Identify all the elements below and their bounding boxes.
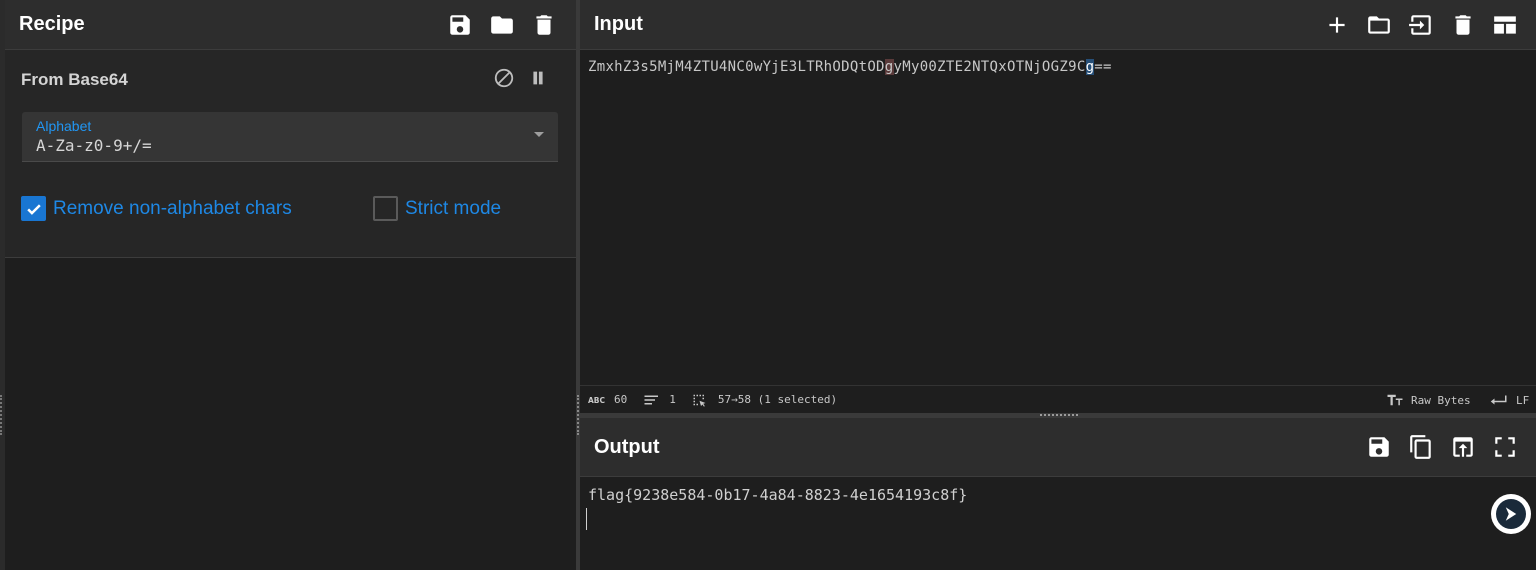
return-arrow-icon: [1490, 395, 1507, 405]
checkbox-checked-icon[interactable]: [21, 196, 46, 221]
pause-icon: [533, 71, 543, 85]
output-toolbar: [1358, 418, 1526, 476]
save-icon: [450, 14, 470, 35]
disable-icon: [494, 68, 514, 88]
encoding-selector[interactable]: Raw Bytes: [1386, 386, 1471, 414]
recipe-header: Recipe: [5, 0, 576, 50]
encoding-value: Raw Bytes: [1411, 393, 1471, 407]
strict-mode-checkbox[interactable]: Strict mode: [373, 196, 501, 221]
load-recipe-button[interactable]: [481, 5, 523, 45]
folder-icon: [491, 15, 513, 34]
replace-input-button[interactable]: [1442, 427, 1484, 467]
char-count: ABC 60: [588, 392, 627, 408]
recipe-title: Recipe: [19, 13, 85, 35]
selection-icon: [693, 394, 706, 407]
alphabet-value: A-Za-z0-9+/=: [36, 136, 152, 155]
assistant-button[interactable]: [1491, 494, 1531, 534]
plus-icon: [1329, 16, 1345, 33]
save-recipe-button[interactable]: [439, 5, 481, 45]
output-title: Output: [594, 435, 660, 458]
text-cursor: [586, 508, 587, 530]
from-base64-operation: From Base64 Alphabet A-Za-z0-9+/= Remove…: [5, 50, 576, 258]
output-header: Output: [580, 418, 1536, 477]
remove-non-alphabet-label: Remove non-alphabet chars: [53, 197, 292, 219]
input-text-part: ZmxhZ3s5MjM4ZTU4NC0wYjE3LTRhODQtOD: [588, 59, 885, 75]
recipe-panel: Recipe From Base64 Alphabet A-Za-z0-9+/=: [0, 0, 576, 570]
add-input-tab-button[interactable]: [1316, 5, 1358, 45]
clear-recipe-button[interactable]: [523, 5, 565, 45]
line-count: 1: [643, 392, 676, 408]
left-resize-handle[interactable]: [0, 395, 5, 435]
input-header: Input: [580, 0, 1536, 50]
text-size-icon: [1387, 394, 1403, 406]
save-output-button[interactable]: [1358, 427, 1400, 467]
operation-title: From Base64: [21, 70, 128, 89]
remove-non-alphabet-checkbox[interactable]: Remove non-alphabet chars: [21, 196, 292, 221]
open-folder-button[interactable]: [1400, 5, 1442, 45]
open-file-button[interactable]: [1358, 5, 1400, 45]
reset-layout-button[interactable]: [1484, 5, 1526, 45]
folder-open-icon: [1368, 15, 1390, 34]
maximise-output-button[interactable]: [1484, 427, 1526, 467]
abc-icon: ABC: [588, 396, 606, 405]
layout-icon: [1494, 15, 1516, 34]
assistant-icon: [1505, 507, 1517, 521]
import-icon: [1409, 14, 1431, 35]
input-selection: g: [1085, 59, 1095, 75]
trash-icon: [1455, 14, 1471, 35]
disable-operation-button[interactable]: [492, 66, 516, 90]
input-textarea[interactable]: ZmxhZ3s5MjM4ZTU4NC0wYjE3LTRhODQtODgyMy00…: [580, 50, 1536, 385]
copy-icon: [1410, 435, 1431, 459]
line-count-value: 1: [669, 393, 676, 406]
copy-output-button[interactable]: [1400, 427, 1442, 467]
eol-value: LF: [1516, 393, 1530, 407]
checkbox-unchecked-icon[interactable]: [373, 196, 398, 221]
input-text-part: yMy00ZTE2NTQxOTNjOGZ9C: [893, 59, 1086, 75]
replace-input-icon: [1453, 437, 1473, 457]
breakpoint-button[interactable]: [526, 66, 550, 90]
input-text-part: ==: [1094, 59, 1112, 75]
input-toolbar: [1316, 0, 1526, 49]
alphabet-select[interactable]: Alphabet A-Za-z0-9+/=: [22, 112, 558, 162]
input-title: Input: [594, 13, 643, 35]
recipe-toolbar: [439, 0, 565, 49]
save-icon: [1369, 437, 1389, 457]
selection-info: 57→58 (1 selected): [692, 392, 837, 408]
clear-input-button[interactable]: [1442, 5, 1484, 45]
char-count-value: 60: [614, 393, 628, 406]
alphabet-label: Alphabet: [36, 118, 92, 134]
svg-text:ABC: ABC: [588, 396, 606, 405]
input-text[interactable]: ZmxhZ3s5MjM4ZTU4NC0wYjE3LTRhODQtODgyMy00…: [588, 59, 1112, 75]
chevron-down-icon: [534, 132, 544, 137]
selection-value: 57→58 (1 selected): [717, 393, 838, 406]
output-textarea[interactable]: flag{9238e584-0b17-4a84-8823-4e1654193c8…: [580, 477, 1536, 570]
input-status-bar: ABC 60 1 57→58 (1 selected) Raw Bytes LF: [580, 385, 1536, 413]
fullscreen-icon: [1495, 437, 1515, 457]
eol-selector[interactable]: LF: [1490, 386, 1529, 414]
input-highlight-match: g: [884, 59, 894, 75]
lines-icon: [644, 395, 659, 404]
output-text[interactable]: flag{9238e584-0b17-4a84-8823-4e1654193c8…: [588, 486, 967, 504]
strict-mode-label: Strict mode: [405, 197, 502, 219]
trash-icon: [536, 14, 552, 35]
